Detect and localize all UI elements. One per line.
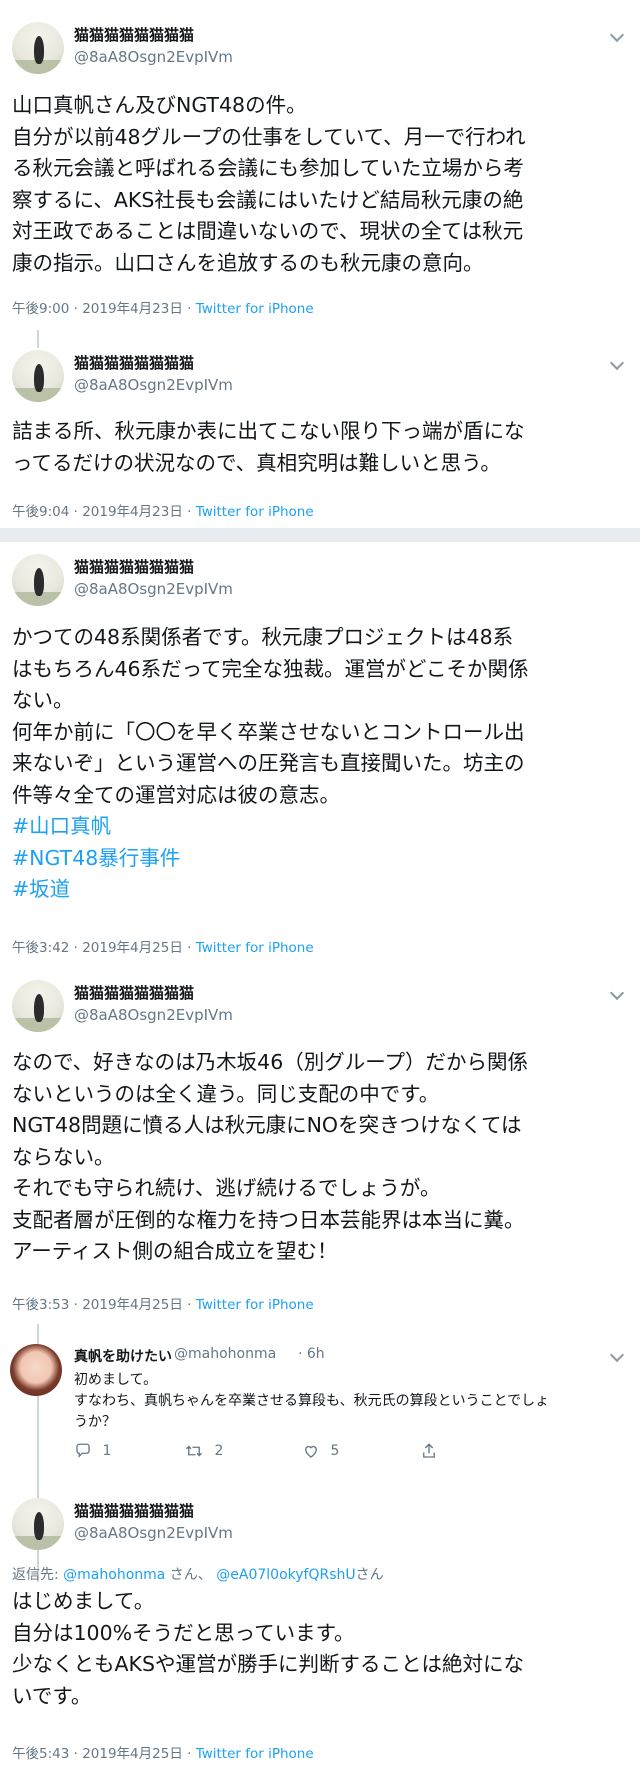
hashtag-link[interactable]: #NGT48暴行事件 bbox=[12, 843, 628, 875]
tweet-text: 山口真帆さん及びNGT48の件。 自分が以前48グループの仕事をしていて、月一で… bbox=[12, 90, 628, 279]
user-handle[interactable]: @8aA8Osgn2EvpIVm bbox=[74, 48, 233, 66]
reply-text: 初めまして。 すなわち、真帆ちゃんを卒業させる算段も、秋元氏の算段ということでし… bbox=[74, 1370, 549, 1433]
avatar[interactable] bbox=[10, 1344, 62, 1396]
time-text[interactable]: 午後5:43 · 2019年4月25日 · bbox=[12, 1746, 196, 1762]
tweet-line: 康の指示。山口さんを追放するのも秋元康の意向。 bbox=[12, 250, 484, 275]
like-count: 5 bbox=[330, 1443, 340, 1459]
time-text[interactable]: 午後9:04 · 2019年4月23日 · bbox=[12, 504, 196, 520]
chevron-down-icon[interactable] bbox=[609, 355, 625, 371]
reply-line: 初めまして。 bbox=[74, 1372, 158, 1388]
tweet-timestamp[interactable]: 午後3:53 · 2019年4月25日 · Twitter for iPhone bbox=[12, 1293, 314, 1313]
tweet-line: 支配者層が圧倒的な権力を持つ日本芸能界は本当に糞。 bbox=[12, 1207, 525, 1232]
tweet-line: 察するに、AKS社長も会議にはいたけど結局秋元康の絶 bbox=[12, 187, 524, 212]
tweet-timestamp[interactable]: 午後5:43 · 2019年4月25日 · Twitter for iPhone bbox=[12, 1742, 314, 1762]
tweet-text: なので、好きなのは乃木坂46（別グループ）だから関係 ないというのは全く違う。同… bbox=[12, 1047, 628, 1268]
reply-display-name[interactable]: 真帆を助けたい bbox=[74, 1346, 172, 1366]
chevron-down-icon[interactable] bbox=[609, 27, 625, 43]
tweet-text: はじめまして。 自分は100%そうだと思っています。 少なくともAKSや運営が勝… bbox=[12, 1586, 628, 1712]
tweet-line: はもちろん46系だって完全な独裁。運営がどこそか関係 bbox=[12, 656, 529, 681]
reply-icon bbox=[76, 1443, 90, 1458]
tweet-line: なので、好きなのは乃木坂46（別グループ）だから関係 bbox=[12, 1050, 529, 1074]
tweet-text: かつての48系関係者です。秋元康プロジェクトは48系 はもちろん46系だって完全… bbox=[12, 622, 628, 906]
reply-actions: 1 2 5 bbox=[74, 1442, 614, 1466]
chevron-down-icon[interactable] bbox=[609, 985, 625, 1001]
replying-to: 返信先: @mahohonma さん、 @eA07l0okyfQRshUさん bbox=[12, 1564, 384, 1584]
source-link[interactable]: Twitter for iPhone bbox=[196, 1297, 314, 1313]
user-handle[interactable]: @8aA8Osgn2EvpIVm bbox=[74, 1524, 233, 1542]
avatar[interactable] bbox=[12, 350, 64, 402]
time-text[interactable]: 午後9:00 · 2019年4月23日 · bbox=[12, 301, 196, 317]
retweet-button[interactable]: 2 bbox=[184, 1442, 223, 1460]
avatar[interactable] bbox=[12, 980, 64, 1032]
replying-to-suffix: さん bbox=[355, 1567, 384, 1583]
display-name[interactable]: 猫猫猫猫猫猫猫猫 bbox=[74, 352, 194, 373]
replying-to-sep: さん、 bbox=[165, 1567, 217, 1583]
tweet-line: NGT48問題に憤る人は秋元康にNOを突きつけなくては bbox=[12, 1113, 522, 1137]
tweet-line: 自分が以前48グループの仕事をしていて、月一で行われ bbox=[12, 124, 526, 149]
chevron-down-icon[interactable] bbox=[609, 1347, 625, 1363]
reply-line: すなわち、真帆ちゃんを卒業させる算段も、秋元氏の算段ということでしょ bbox=[74, 1393, 550, 1409]
hashtag-link[interactable]: #山口真帆 bbox=[12, 811, 628, 843]
source-link[interactable]: Twitter for iPhone bbox=[196, 940, 314, 956]
avatar[interactable] bbox=[12, 1498, 64, 1550]
user-handle[interactable]: @8aA8Osgn2EvpIVm bbox=[74, 1006, 233, 1024]
tweet-line: はじめまして。 bbox=[12, 1589, 155, 1613]
reply-button[interactable]: 1 bbox=[74, 1442, 111, 1460]
divider bbox=[0, 528, 640, 542]
display-name[interactable]: 猫猫猫猫猫猫猫猫 bbox=[74, 1500, 194, 1521]
display-name[interactable]: 猫猫猫猫猫猫猫猫 bbox=[74, 556, 194, 577]
reply-user-handle[interactable]: @mahohonma bbox=[174, 1346, 276, 1362]
tweet-line: 何年か前に「〇〇を早く卒業させないとコントロール出 bbox=[12, 719, 525, 744]
share-button[interactable] bbox=[420, 1442, 438, 1460]
reply-line: うか？ bbox=[74, 1414, 116, 1430]
share-icon bbox=[423, 1443, 435, 1458]
mention-link[interactable]: @eA07l0okyfQRshU bbox=[216, 1567, 355, 1583]
time-text[interactable]: 午後3:42 · 2019年4月25日 · bbox=[12, 940, 196, 956]
tweet-line: ならない。 bbox=[12, 1144, 115, 1169]
tweet-line: それでも守られ続け、逃げ続けるでしょうが。 bbox=[12, 1176, 441, 1200]
tweet-line: 件等々全ての運営対応は彼の意志。 bbox=[12, 782, 340, 807]
replying-to-label: 返信先: bbox=[12, 1567, 64, 1583]
tweet-line: る秋元会議と呼ばれる会議にも参加していた立場から考 bbox=[12, 156, 524, 180]
reply-age[interactable]: · 6h bbox=[298, 1346, 325, 1362]
tweet-text: 詰まる所、秋元康か表に出てこない限り下っ端が盾にな ってるだけの状況なので、真相… bbox=[12, 416, 628, 479]
reply-count: 1 bbox=[102, 1443, 112, 1459]
retweet-icon bbox=[186, 1445, 202, 1457]
retweet-count: 2 bbox=[214, 1443, 224, 1459]
source-link[interactable]: Twitter for iPhone bbox=[196, 301, 314, 317]
source-link[interactable]: Twitter for iPhone bbox=[196, 504, 314, 520]
avatar[interactable] bbox=[12, 22, 64, 74]
avatar[interactable] bbox=[12, 554, 64, 606]
like-button[interactable]: 5 bbox=[302, 1442, 339, 1460]
tweet-line: 対王政であることは間違いないので、現状の全ては秋元 bbox=[12, 219, 524, 243]
tweet-line: アーティスト側の組合成立を望む！ bbox=[12, 1239, 338, 1263]
user-handle[interactable]: @8aA8Osgn2EvpIVm bbox=[74, 580, 233, 598]
tweet-card-1: 猫猫猫猫猫猫猫猫 @8aA8Osgn2EvpIVm 山口真帆さん及びNGT48の… bbox=[0, 0, 640, 528]
thread-connector bbox=[37, 330, 39, 348]
mention-link[interactable]: @mahohonma bbox=[63, 1567, 165, 1583]
tweet-line: ってるだけの状況なので、真相究明は難しいと思う。 bbox=[12, 450, 501, 475]
hashtag-link[interactable]: #坂道 bbox=[12, 874, 628, 906]
tweet-line: かつての48系関係者です。秋元康プロジェクトは48系 bbox=[12, 625, 514, 649]
display-name[interactable]: 猫猫猫猫猫猫猫猫 bbox=[74, 24, 194, 45]
display-name[interactable]: 猫猫猫猫猫猫猫猫 bbox=[74, 982, 194, 1003]
tweet-line: いです。 bbox=[12, 1683, 92, 1708]
time-text[interactable]: 午後3:53 · 2019年4月25日 · bbox=[12, 1297, 196, 1313]
tweet-line: 山口真帆さん及びNGT48の件。 bbox=[12, 93, 307, 117]
tweet-line: ないというのは全く違う。同じ支配の中です。 bbox=[12, 1081, 440, 1106]
tweet-timestamp[interactable]: 午後9:04 · 2019年4月23日 · Twitter for iPhone bbox=[12, 500, 314, 520]
tweet-timestamp[interactable]: 午後9:00 · 2019年4月23日 · Twitter for iPhone bbox=[12, 297, 314, 317]
tweet-line: 自分は100%そうだと思っています。 bbox=[12, 1620, 355, 1645]
tweet-line: 来ないぞ」という運営への圧発言も直接聞いた。坊主の bbox=[12, 751, 525, 775]
tweet-card-2: 猫猫猫猫猫猫猫猫 @8aA8Osgn2EvpIVm かつての48系関係者です。秋… bbox=[0, 542, 640, 1772]
tweet-line: 詰まる所、秋元康か表に出てこない限り下っ端が盾にな bbox=[12, 419, 525, 443]
tweet-timestamp[interactable]: 午後3:42 · 2019年4月25日 · Twitter for iPhone bbox=[12, 936, 314, 956]
tweet-line: 少なくともAKSや運営が勝手に判断することは絶対にな bbox=[12, 1652, 524, 1676]
user-handle[interactable]: @8aA8Osgn2EvpIVm bbox=[74, 376, 233, 394]
tweet-line: ない。 bbox=[12, 688, 74, 712]
heart-icon bbox=[305, 1445, 317, 1458]
source-link[interactable]: Twitter for iPhone bbox=[196, 1746, 314, 1762]
